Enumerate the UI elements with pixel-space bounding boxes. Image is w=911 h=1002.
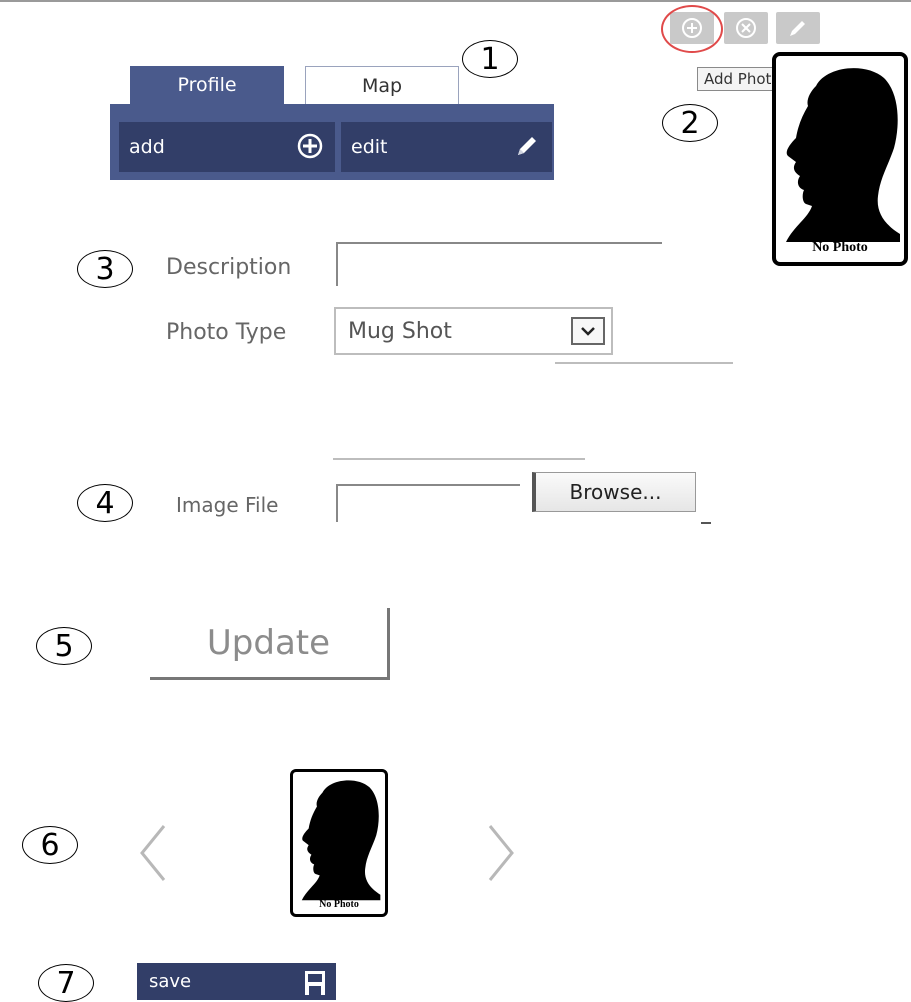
chevron-down-icon[interactable] <box>571 317 605 345</box>
step-marker-2: 2 <box>662 104 718 142</box>
silhouette-icon <box>301 780 381 901</box>
photo-type-label: Photo Type <box>166 320 287 345</box>
edit-button-label: edit <box>351 136 388 158</box>
save-button-label: save <box>149 971 192 992</box>
divider <box>701 522 711 524</box>
description-label: Description <box>166 255 292 280</box>
step-marker-7: 7 <box>38 964 94 1002</box>
tab-profile[interactable]: Profile <box>130 66 284 104</box>
divider <box>333 458 585 460</box>
step-marker-4: 4 <box>77 484 133 522</box>
update-button[interactable]: Update <box>150 608 390 680</box>
no-photo-label: No Photo <box>812 240 868 255</box>
tab-map[interactable]: Map <box>305 66 459 104</box>
photo-edit-button[interactable] <box>776 12 820 44</box>
profile-photo: No Photo <box>772 52 908 266</box>
step-marker-6: 6 <box>22 826 78 864</box>
top-border <box>0 0 911 2</box>
photo-delete-button[interactable] <box>724 12 768 44</box>
delete-circle-icon <box>736 18 756 38</box>
floppy-disk-icon <box>305 971 325 995</box>
chevron-left-icon[interactable] <box>134 818 174 888</box>
highlight-ring <box>661 5 723 53</box>
pencil-icon <box>518 137 536 155</box>
save-button[interactable]: save <box>137 963 336 1000</box>
add-button-label: add <box>129 136 165 158</box>
add-circle-icon <box>297 133 323 159</box>
add-button[interactable]: add <box>119 122 335 172</box>
step-marker-3: 3 <box>77 250 133 288</box>
photo-thumbnail[interactable]: No Photo <box>290 769 388 917</box>
step-marker-1: 1 <box>462 40 518 78</box>
pencil-icon <box>790 21 805 36</box>
description-input[interactable] <box>336 242 662 286</box>
browse-button[interactable]: Browse... <box>532 472 696 512</box>
image-file-label: Image File <box>176 493 279 517</box>
chevron-right-icon[interactable] <box>480 818 520 888</box>
step-marker-5: 5 <box>36 627 92 665</box>
image-file-input[interactable] <box>336 484 520 522</box>
photo-type-value: Mug Shot <box>348 319 452 344</box>
photo-type-select[interactable]: Mug Shot <box>334 307 613 355</box>
divider <box>555 362 733 364</box>
edit-button[interactable]: edit <box>341 122 552 172</box>
no-photo-label: No Photo <box>319 899 359 910</box>
silhouette-icon <box>786 68 900 242</box>
